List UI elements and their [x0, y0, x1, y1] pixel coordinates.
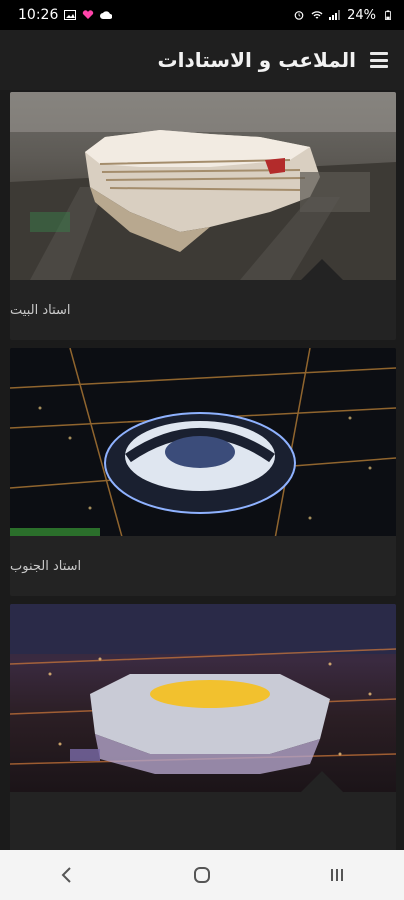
cloud-icon — [100, 11, 113, 19]
hamburger-menu-icon[interactable] — [370, 52, 388, 68]
stadium-illustration — [10, 348, 396, 536]
status-bar-left: 10:26 — [18, 7, 113, 23]
stadium-name: استاد البيت — [10, 302, 71, 318]
app-bar: الملاعب و الاستادات — [0, 30, 404, 90]
stadium-card[interactable]: استاد البيت — [10, 92, 396, 340]
recents-icon[interactable] — [317, 855, 357, 895]
stadium-image[interactable] — [10, 92, 396, 280]
alarm-icon — [294, 11, 304, 20]
page-title: الملاعب و الاستادات — [157, 48, 356, 72]
stadium-image[interactable] — [10, 348, 396, 536]
status-bar: 10:26 24% — [0, 0, 404, 30]
image-icon — [64, 10, 77, 20]
stadium-name — [10, 792, 396, 850]
signal-icon — [329, 10, 341, 20]
home-circle-icon[interactable] — [182, 855, 222, 895]
back-chevron-icon[interactable] — [47, 855, 87, 895]
heart-icon — [83, 10, 94, 19]
status-bar-right: 24% — [293, 8, 394, 23]
card-notch — [300, 259, 344, 281]
battery-icon — [385, 10, 391, 20]
stadium-card[interactable]: استاد الجنوب — [10, 348, 396, 596]
stadium-name: استاد الجنوب — [10, 558, 82, 574]
system-nav-bar — [0, 850, 404, 900]
stadium-card[interactable] — [10, 604, 396, 850]
wifi-icon — [311, 11, 323, 19]
stadium-image[interactable] — [10, 604, 396, 792]
stadium-illustration — [10, 92, 396, 280]
stadium-illustration — [10, 604, 396, 774]
stadium-list: استاد البيت استاد الجنوب — [10, 92, 396, 850]
battery-percent: 24% — [347, 7, 376, 23]
card-notch — [300, 771, 344, 793]
status-time: 10:26 — [18, 7, 59, 23]
